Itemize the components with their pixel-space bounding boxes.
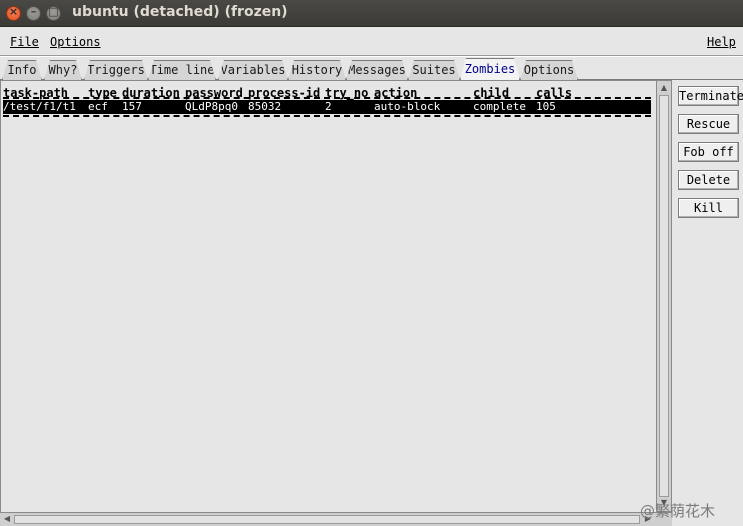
fob-off-button[interactable]: Fob off (678, 142, 739, 162)
window-title: ubuntu (detached) (frozen) (72, 4, 288, 20)
tab-time-line[interactable]: Time line (148, 60, 216, 80)
delete-button[interactable]: Delete (678, 170, 739, 190)
horizontal-scroll-thumb[interactable] (14, 515, 640, 524)
cell-type: ecf (88, 100, 108, 113)
header-dashed-rule (3, 97, 651, 99)
vertical-scrollbar[interactable]: ▲ ▼ (656, 80, 672, 512)
cell-try-no: 2 (325, 100, 332, 113)
title-bar: × – □ ubuntu (detached) (frozen) (0, 0, 743, 27)
maximize-window-button[interactable]: □ (46, 5, 61, 21)
minimize-icon: – (30, 5, 37, 18)
cell-calls: 105 (536, 100, 556, 113)
row-dashed-rule (3, 115, 651, 117)
horizontal-scrollbar[interactable]: ◀ ▶ (0, 512, 672, 526)
menu-separator (0, 55, 743, 57)
tab-triggers[interactable]: Triggers (84, 60, 148, 80)
tab-why[interactable]: Why? (44, 60, 82, 80)
cell-password: QLdP8pq0 (185, 100, 238, 113)
kill-button[interactable]: Kill (678, 198, 739, 218)
tab-suites[interactable]: Suites (408, 60, 460, 80)
tab-messages[interactable]: Messages (346, 60, 408, 80)
table-row[interactable]: /test/f1/t1 ecf 157 QLdP8pq0 85032 2 aut… (3, 100, 651, 114)
vertical-scroll-thumb[interactable] (659, 95, 669, 497)
tab-history[interactable]: History (288, 60, 346, 80)
menu-help[interactable]: Help (707, 35, 736, 49)
tab-options[interactable]: Options (520, 60, 578, 80)
tab-bar: Info Why? Triggers Time line Variables H… (0, 58, 743, 80)
cell-duration: 157 (122, 100, 142, 113)
tab-zombies[interactable]: Zombies (460, 58, 520, 80)
menu-bar: File Options Help (0, 27, 743, 57)
scroll-up-arrow-icon[interactable]: ▲ (658, 82, 670, 94)
tab-variables[interactable]: Variables (218, 60, 288, 80)
menu-file-label: File (10, 35, 39, 49)
maximize-icon: □ (48, 5, 59, 18)
terminate-button[interactable]: Terminate (678, 86, 743, 106)
cell-child: complete (473, 100, 526, 113)
zombies-table: task-path type duration password process… (0, 80, 656, 512)
cell-task-path: /test/f1/t1 (3, 100, 76, 113)
scroll-left-arrow-icon[interactable]: ◀ (1, 513, 13, 525)
close-window-button[interactable]: × (6, 5, 21, 21)
cell-action: auto-block (374, 100, 441, 113)
minimize-window-button[interactable]: – (26, 5, 41, 21)
menu-help-label: Help (707, 35, 736, 49)
menu-file[interactable]: File (10, 35, 39, 49)
cell-process-id: 85032 (248, 100, 282, 113)
tab-info[interactable]: Info (2, 60, 42, 80)
rescue-button[interactable]: Rescue (678, 114, 739, 134)
menu-options-label: Options (50, 35, 101, 49)
watermark-text: @繁荫花木 (640, 502, 716, 520)
menu-options[interactable]: Options (50, 35, 101, 49)
close-icon: × (8, 5, 19, 18)
